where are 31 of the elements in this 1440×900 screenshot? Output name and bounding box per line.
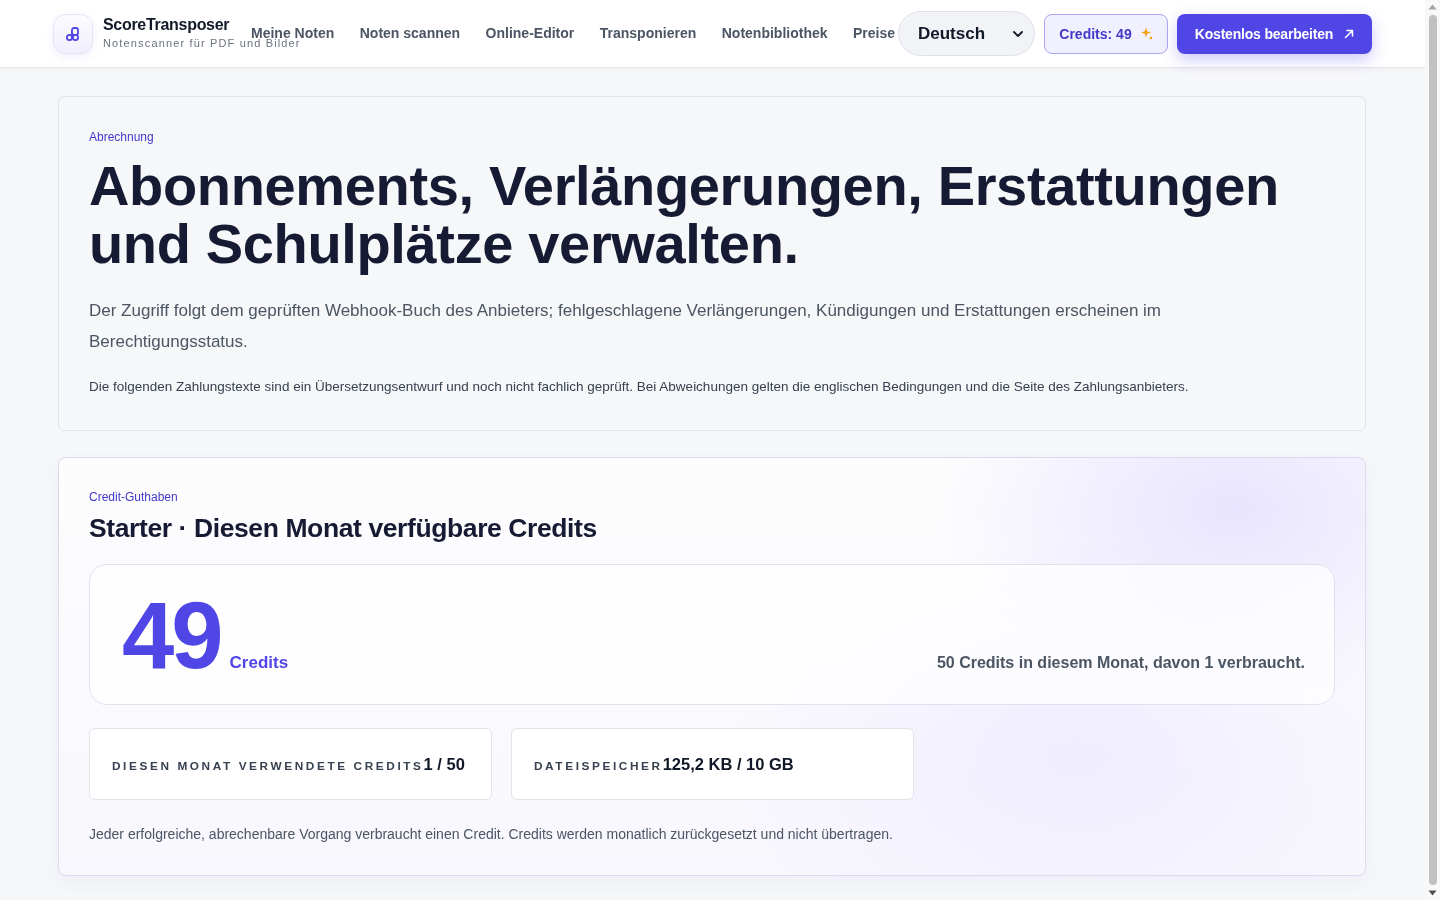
page-description: Der Zugriff folgt dem geprüften Webhook-Buch des Anbieters; fehlgeschlagene Verlängerungen, Kündigungen und Erstattungen erscheinen im Berechtigungsstatus. xyxy=(89,300,1163,353)
credit-amount: 49 xyxy=(122,589,221,683)
translation-note: Die folgenden Zahlungstexte sind ein Übersetzungsentwurf und noch nicht fachlich geprüft. Bei Abweichungen gelten die englischen Bedingungen und die Seite des Zahlungsanbieters. xyxy=(89,378,1190,396)
scrollbar-thumb[interactable] xyxy=(1428,15,1437,885)
scroll-down-icon[interactable] xyxy=(1428,890,1437,896)
section-eyebrow: Abrechnung xyxy=(89,129,154,145)
section-eyebrow: Credit-Guthaben xyxy=(89,489,178,505)
nav-link[interactable]: Notenbibliothek xyxy=(721,25,828,40)
nav-link[interactable]: Preise xyxy=(853,25,896,40)
stat-value: 1 / 50 xyxy=(423,754,465,774)
arrow-up-right-icon xyxy=(1344,28,1355,39)
section-title: Starter · Diesen Monat verfügbare Credits xyxy=(89,512,598,544)
nav-link[interactable]: Noten scannen xyxy=(359,25,461,40)
stat-value: 125,2 KB / 10 GB xyxy=(662,754,794,774)
sparkle-icon xyxy=(1140,27,1153,40)
brand-name: ScoreTransposer xyxy=(103,16,230,34)
music-notes-icon[interactable] xyxy=(53,13,93,54)
page-title: Abonnements, Verlängerungen, Erstattungen und Schulplätze verwalten. xyxy=(89,157,1280,273)
brand-tagline: Notenscanner für PDF und Bilder xyxy=(103,38,301,49)
nav-link[interactable]: Meine Noten xyxy=(251,25,335,40)
credit-footnote: Jeder erfolgreiche, abrechenbare Vorgang verbraucht einen Credit. Credits werden monatlich zurückgesetzt und nicht übertragen. xyxy=(89,825,894,844)
stat-label: DIESEN MONAT VERWENDETE CREDITS xyxy=(112,758,424,775)
stat-label: DATEISPEICHER xyxy=(534,758,663,775)
credits-button[interactable]: Credits: 49 xyxy=(1044,13,1168,54)
chevron-down-icon xyxy=(1013,30,1023,37)
nav-link[interactable]: Online-Editor xyxy=(485,25,575,40)
edit-free-button[interactable]: Kostenlos bearbeiten xyxy=(1177,13,1372,54)
credit-unit: Credits xyxy=(229,653,289,673)
usage-summary: 50 Credits in diesem Monat, davon 1 verbraucht. xyxy=(936,653,1305,673)
nav-link[interactable]: Transponieren xyxy=(599,25,697,40)
language-select[interactable]: Deutsch xyxy=(898,11,1035,56)
